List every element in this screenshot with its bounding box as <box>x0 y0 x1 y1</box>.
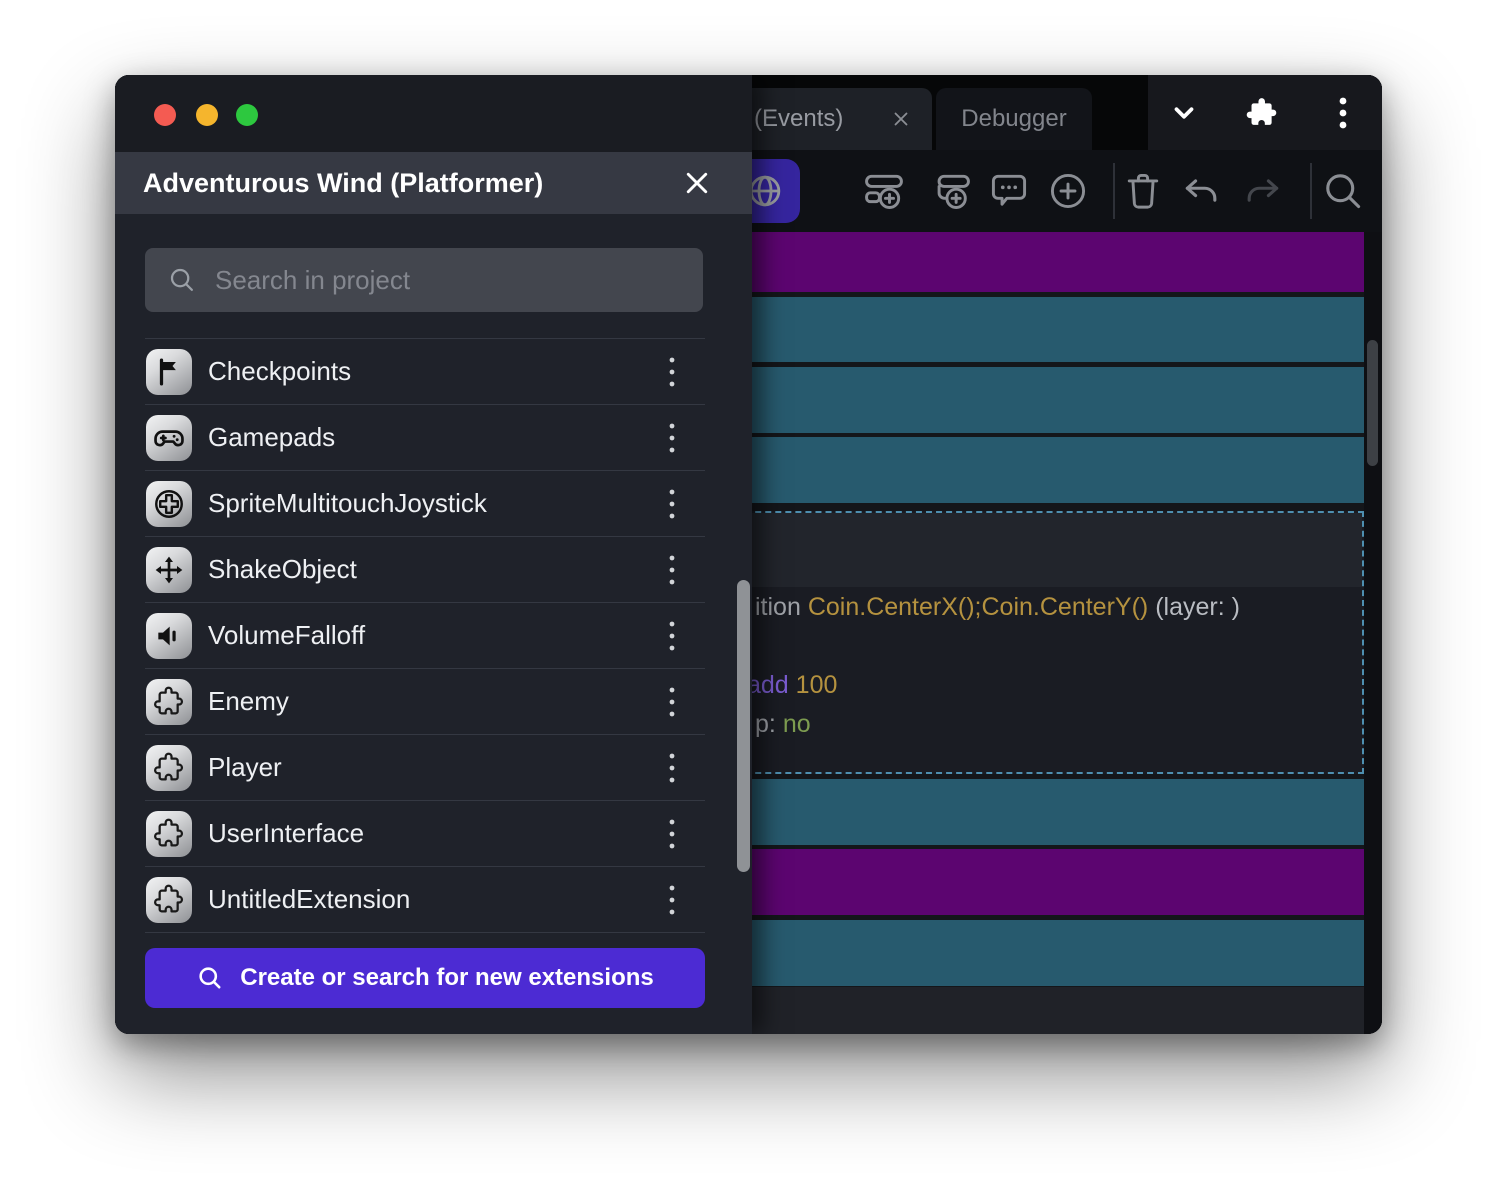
tab-events-label: (Events) <box>754 105 843 133</box>
close-panel-icon[interactable] <box>682 168 712 198</box>
item-kebab-icon[interactable] <box>667 817 677 851</box>
list-item-label: Gamepads <box>192 422 667 453</box>
project-items-list: Checkpoints Gamepads SpriteMultitouchJoy… <box>145 338 705 933</box>
action-fragment: ition <box>755 593 801 621</box>
list-item-label: UntitledExtension <box>192 884 667 915</box>
speaker-icon <box>146 613 192 659</box>
project-search-field[interactable] <box>145 248 703 312</box>
action-layer-suffix: (layer: ) <box>1155 593 1240 621</box>
gdevelop-window: (Events) Debugger <box>115 75 1382 1034</box>
events-scrollbar-thumb[interactable] <box>1367 340 1378 466</box>
item-kebab-icon[interactable] <box>667 619 677 653</box>
event-row-teal[interactable] <box>715 297 1364 362</box>
list-item-userinterface[interactable]: UserInterface <box>145 801 705 867</box>
desktop-background: (Events) Debugger <box>0 0 1494 1182</box>
loop-value: no <box>783 710 811 738</box>
puzzle-piece-icon <box>146 679 192 725</box>
events-scrollbar-track[interactable] <box>1364 232 1382 1034</box>
window-titlebar <box>115 75 752 152</box>
kebab-menu-icon[interactable] <box>1338 96 1348 130</box>
action-expression: Coin.CenterX();Coin.CenterY() <box>808 593 1148 621</box>
macos-close-button[interactable] <box>154 104 176 126</box>
item-kebab-icon[interactable] <box>667 751 677 785</box>
item-kebab-icon[interactable] <box>667 685 677 719</box>
add-event-button[interactable] <box>862 169 906 213</box>
add-value: 100 <box>796 671 838 699</box>
add-comment-button[interactable] <box>987 169 1031 213</box>
extensions-puzzle-icon[interactable] <box>1245 96 1279 130</box>
action-text-loop: p: no <box>755 710 811 739</box>
list-item-label: VolumeFalloff <box>192 620 667 651</box>
list-item-shakeobject[interactable]: ShakeObject <box>145 537 705 603</box>
selected-event-condition-area <box>717 513 1362 587</box>
puzzle-piece-icon <box>146 877 192 923</box>
event-row-teal[interactable] <box>715 779 1364 845</box>
list-item-untitledextension[interactable]: UntitledExtension <box>145 867 705 933</box>
search-icon <box>167 265 197 295</box>
panel-header: Adventurous Wind (Platformer) <box>115 152 752 214</box>
toolbar-divider <box>1310 163 1312 219</box>
list-item-label: UserInterface <box>192 818 667 849</box>
add-keyword: add <box>747 671 789 699</box>
event-row-teal[interactable] <box>715 920 1364 986</box>
item-kebab-icon[interactable] <box>667 883 677 917</box>
loop-fragment: p: <box>755 710 776 738</box>
panel-title: Adventurous Wind (Platformer) <box>115 168 543 199</box>
tab-close-icon[interactable] <box>890 108 912 130</box>
puzzle-piece-icon <box>146 811 192 857</box>
macos-minimize-button[interactable] <box>196 104 218 126</box>
puzzle-piece-icon <box>146 745 192 791</box>
window-controls-strip <box>1148 75 1382 150</box>
item-kebab-icon[interactable] <box>667 553 677 587</box>
toolbar-divider <box>1113 163 1115 219</box>
action-text-add: add 100 <box>747 671 837 700</box>
create-extension-label: Create or search for new extensions <box>240 964 653 992</box>
macos-zoom-button[interactable] <box>236 104 258 126</box>
chevron-down-icon[interactable] <box>1169 98 1199 128</box>
panel-scrollbar-thumb[interactable] <box>737 580 750 872</box>
list-item-label: SpriteMultitouchJoystick <box>192 488 667 519</box>
list-item-label: ShakeObject <box>192 554 667 585</box>
undo-button[interactable] <box>1180 169 1224 213</box>
event-row-purple[interactable] <box>715 232 1364 292</box>
project-manager-panel: Adventurous Wind (Platformer) Checkpoint… <box>115 75 752 1034</box>
events-sheet-footer <box>715 987 1364 1034</box>
list-item-label: Player <box>192 752 667 783</box>
gamepad-icon <box>146 415 192 461</box>
selected-event[interactable]: ition Coin.CenterX();Coin.CenterY() (lay… <box>715 511 1364 774</box>
tab-events[interactable]: (Events) <box>730 88 932 150</box>
add-subevent-button[interactable] <box>929 169 973 213</box>
item-kebab-icon[interactable] <box>667 421 677 455</box>
event-row-purple[interactable] <box>715 849 1364 915</box>
tab-debugger-label: Debugger <box>961 105 1066 133</box>
list-item-volumefalloff[interactable]: VolumeFalloff <box>145 603 705 669</box>
search-icon <box>196 964 224 992</box>
delete-button[interactable] <box>1121 169 1165 213</box>
list-item-joystick[interactable]: SpriteMultitouchJoystick <box>145 471 705 537</box>
event-row-teal[interactable] <box>715 437 1364 503</box>
list-item-label: Checkpoints <box>192 356 667 387</box>
add-something-button[interactable] <box>1046 169 1090 213</box>
tab-debugger[interactable]: Debugger <box>936 88 1092 150</box>
event-row-teal[interactable] <box>715 367 1364 433</box>
action-text-position: ition Coin.CenterX();Coin.CenterY() (lay… <box>755 593 1240 622</box>
list-item-player[interactable]: Player <box>145 735 705 801</box>
flag-icon <box>146 349 192 395</box>
item-kebab-icon[interactable] <box>667 355 677 389</box>
search-input[interactable] <box>197 264 703 297</box>
list-item-gamepads[interactable]: Gamepads <box>145 405 705 471</box>
search-events-button[interactable] <box>1321 169 1365 213</box>
move-arrows-icon <box>146 547 192 593</box>
item-kebab-icon[interactable] <box>667 487 677 521</box>
create-extension-button[interactable]: Create or search for new extensions <box>145 948 705 1008</box>
list-item-checkpoints[interactable]: Checkpoints <box>145 339 705 405</box>
list-item-enemy[interactable]: Enemy <box>145 669 705 735</box>
redo-button[interactable] <box>1240 169 1284 213</box>
list-item-label: Enemy <box>192 686 667 717</box>
joystick-icon <box>146 481 192 527</box>
